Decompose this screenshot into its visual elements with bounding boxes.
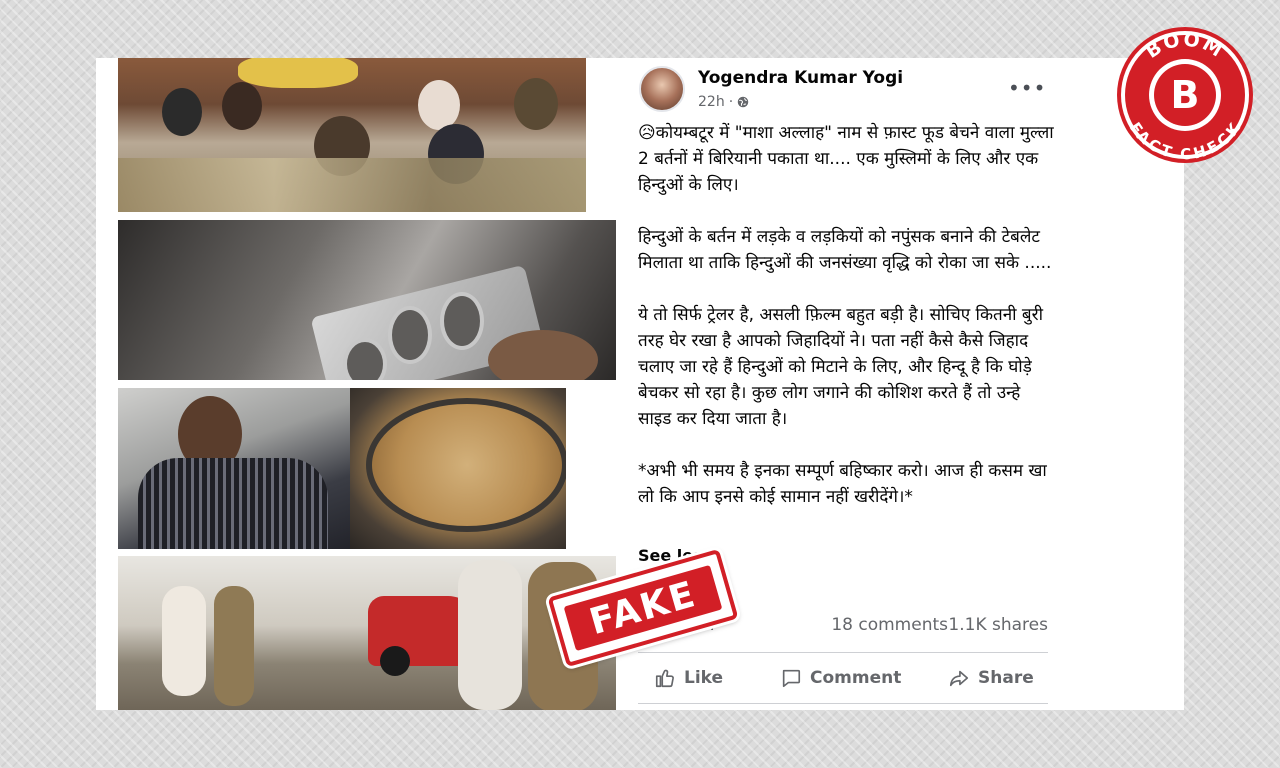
post-paragraph: ये तो सिर्फ ट्रेलर है, असली फ़िल्म बहुत … [638, 305, 1043, 429]
person-silhouette [458, 560, 522, 710]
post-text: 😥कोयम्बटूर में "माशा अल्लाह" नाम से फ़ास… [638, 120, 1054, 536]
wall-emblem [238, 58, 358, 88]
more-horizontal-icon[interactable]: ••• [1008, 76, 1046, 100]
comment-label: Comment [810, 668, 902, 688]
person-silhouette [162, 88, 202, 136]
like-button[interactable]: Like [654, 656, 723, 700]
avatar[interactable] [639, 66, 685, 112]
shares-count[interactable]: 1.1K shares [948, 615, 1048, 635]
post-paragraph: हिन्दुओं के बर्तन में लड़के व लड़कियों क… [638, 227, 1052, 273]
like-label: Like [684, 668, 724, 688]
comments-count[interactable]: 18 comments [831, 615, 948, 635]
person-silhouette [222, 82, 262, 130]
post-timestamp[interactable]: 22h [698, 94, 725, 110]
person-silhouette [514, 78, 558, 130]
globe-icon [737, 96, 749, 108]
photo-man-striped-shirt[interactable] [118, 388, 350, 549]
thumbs-up-icon [655, 669, 674, 688]
tablet [388, 306, 432, 364]
hand [488, 330, 598, 380]
post-paragraph: 😥कोयम्बटूर में "माशा अल्लाह" नाम से फ़ास… [638, 123, 1054, 195]
divider [638, 703, 1048, 704]
author-name[interactable]: Yogendra Kumar Yogi [698, 68, 903, 88]
action-bar: Like Comment Share [636, 656, 1048, 700]
tablet [440, 292, 484, 350]
meta-separator: · [728, 94, 734, 110]
post-paragraph: *अभी भी समय है इनका सम्पूर्ण बहिष्कार कर… [638, 461, 1047, 507]
police-silhouette [214, 586, 254, 706]
share-button[interactable]: Share [948, 656, 1034, 700]
khaki-uniforms [118, 158, 586, 212]
post-meta: 22h · [698, 94, 749, 110]
comment-icon [782, 669, 801, 688]
photo-biryani-pot[interactable] [350, 388, 566, 549]
photo-tablets[interactable] [118, 220, 616, 380]
person-silhouette [162, 586, 206, 696]
person-silhouette [418, 80, 460, 130]
comment-button[interactable]: Comment [780, 656, 901, 700]
boom-fact-check-badge: BOOM FACT CHECK B [1117, 27, 1253, 163]
biryani [366, 398, 566, 532]
share-label: Share [978, 668, 1034, 688]
facebook-post-card: Yogendra Kumar Yogi 22h · ••• 😥कोयम्बटूर… [96, 58, 1184, 710]
badge-letter: B [1171, 73, 1200, 117]
striped-shirt [138, 458, 328, 549]
photo-arrest-walk[interactable] [118, 556, 616, 710]
photo-police-group[interactable] [118, 58, 586, 212]
car-wheel [380, 646, 410, 676]
divider [638, 652, 1048, 653]
share-icon [949, 670, 969, 687]
